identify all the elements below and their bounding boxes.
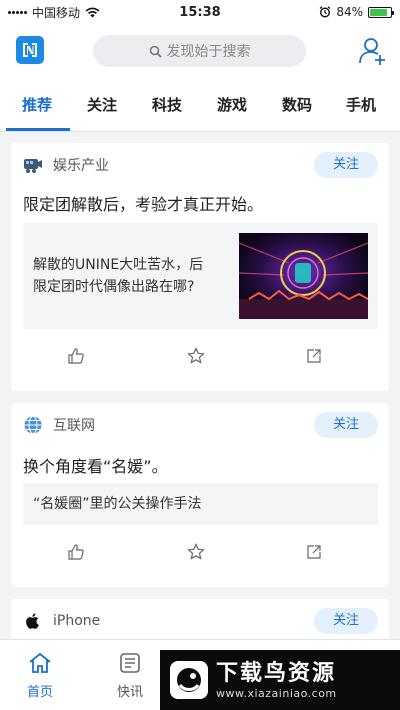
- apple-icon: [23, 611, 43, 631]
- app-header: 发现始于搜索: [0, 24, 400, 80]
- article-preview[interactable]: 解散的UNINE大吐苦水，后 限定团时代偶像出路在哪?: [23, 223, 378, 329]
- signal-icon: [8, 10, 27, 14]
- nav-news-label: 快讯: [116, 685, 143, 700]
- globe-icon: [23, 415, 43, 435]
- like-icon[interactable]: [67, 543, 85, 561]
- card-title[interactable]: 换个角度看“名媛”。: [23, 453, 168, 477]
- tab-phones[interactable]: 手机: [346, 94, 376, 115]
- alarm-icon: [319, 6, 331, 18]
- watermark-logo-icon: [170, 661, 208, 699]
- tab-digital[interactable]: 数码: [282, 94, 312, 115]
- watermark-title: 下载鸟资源: [216, 660, 337, 686]
- status-bar: 中国移动 15:38 84%: [0, 0, 400, 24]
- feed-card[interactable]: 娱乐产业 关注 限定团解散后，考验才真正开始。 解散的UNINE大吐苦水，后 限…: [11, 143, 389, 391]
- favorite-star-icon[interactable]: [187, 543, 205, 561]
- category-name: 娱乐产业: [53, 158, 109, 174]
- tab-following[interactable]: 关注: [87, 94, 117, 115]
- share-icon[interactable]: [305, 543, 323, 561]
- card-title[interactable]: 限定团解散后，考验才真正开始。: [23, 191, 263, 215]
- tab-recommend[interactable]: 推荐: [22, 94, 52, 115]
- follow-button[interactable]: 关注: [314, 412, 378, 438]
- card-actions: [11, 347, 389, 371]
- tab-games[interactable]: 游戏: [217, 94, 247, 115]
- search-placeholder: 发现始于搜索: [166, 44, 251, 60]
- card-actions: [11, 543, 389, 567]
- search-bar[interactable]: 发现始于搜索: [93, 35, 306, 67]
- tab-tech[interactable]: 科技: [152, 94, 182, 115]
- article-title-line: “名媛圈”里的公关操作手法: [33, 496, 202, 512]
- wifi-icon: [85, 7, 100, 17]
- article-thumbnail: [239, 233, 368, 319]
- battery-percent: 84%: [336, 5, 363, 19]
- follow-button[interactable]: 关注: [314, 152, 378, 178]
- search-icon: [149, 45, 162, 58]
- entertainment-icon: [23, 155, 43, 175]
- like-icon[interactable]: [67, 347, 85, 365]
- follow-button[interactable]: 关注: [314, 608, 378, 634]
- article-preview[interactable]: “名媛圈”里的公关操作手法: [23, 483, 378, 525]
- active-tab-indicator: [6, 128, 70, 131]
- favorite-star-icon[interactable]: [187, 347, 205, 365]
- watermark-overlay: 下载鸟资源 www.xiazainiao.com: [160, 650, 400, 710]
- nav-home[interactable]: 首页: [20, 652, 60, 700]
- category-name: 互联网: [53, 418, 95, 434]
- add-user-icon[interactable]: [358, 36, 388, 66]
- carrier-name: 中国移动: [32, 5, 81, 20]
- article-title-line: 解散的UNINE大吐苦水，后: [33, 257, 204, 273]
- share-icon[interactable]: [305, 347, 323, 365]
- article-title-line: 限定团时代偶像出路在哪?: [33, 279, 195, 295]
- battery-icon: [368, 6, 394, 18]
- nav-news[interactable]: 快讯: [110, 652, 150, 700]
- app-logo-icon[interactable]: [16, 36, 44, 64]
- home-icon: [29, 652, 51, 673]
- news-icon: [120, 653, 140, 673]
- nav-home-label: 首页: [26, 685, 53, 700]
- feed-card[interactable]: 互联网 关注 换个角度看“名媛”。 “名媛圈”里的公关操作手法: [11, 403, 389, 587]
- category-name: iPhone: [53, 613, 101, 629]
- watermark-url: www.xiazainiao.com: [216, 686, 337, 700]
- category-tabs: 推荐 关注 科技 游戏 数码 手机: [0, 80, 400, 132]
- battery-level-fill: [370, 8, 387, 16]
